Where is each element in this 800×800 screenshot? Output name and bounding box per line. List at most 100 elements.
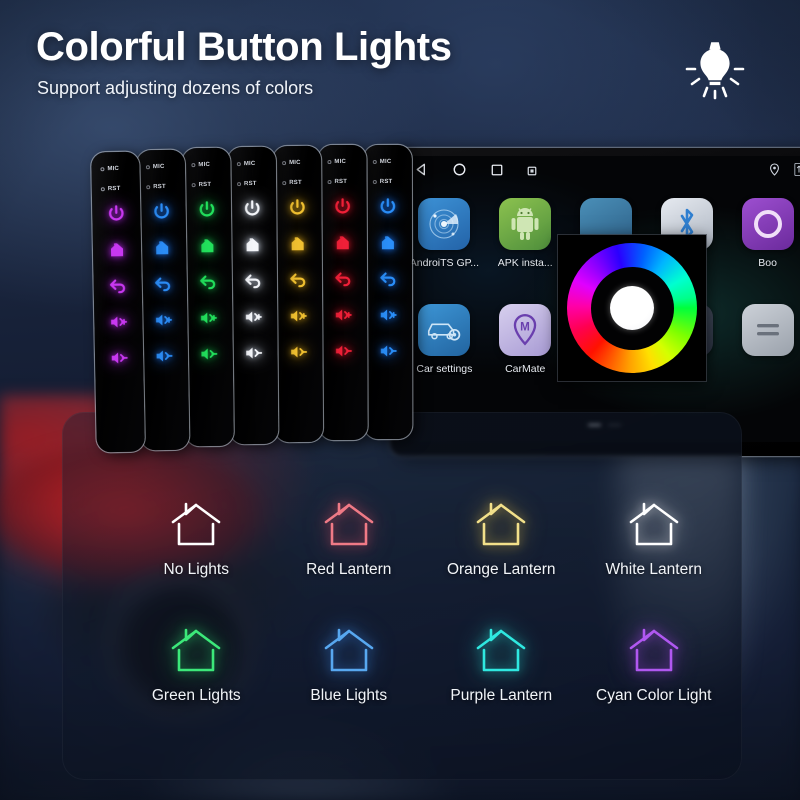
- legend-item[interactable]: Green Lights: [120, 626, 273, 705]
- volume-down-icon[interactable]: [333, 341, 353, 361]
- back-icon[interactable]: [153, 274, 173, 294]
- volume-up-icon[interactable]: [108, 312, 128, 332]
- reset-pinhole-icon[interactable]: [146, 185, 151, 190]
- unit-face: [227, 146, 279, 445]
- legend-label: No Lights: [163, 561, 229, 578]
- mic-pinhole-icon: [100, 167, 105, 172]
- legend-label: Orange Lantern: [446, 561, 556, 578]
- legend-label: Cyan Color Light: [596, 687, 712, 704]
- home-icon[interactable]: [333, 233, 353, 253]
- legend-label: Purple Lantern: [450, 687, 553, 704]
- volume-up-icon[interactable]: [288, 306, 308, 326]
- volume-down-icon[interactable]: [288, 342, 308, 362]
- radio-unit-amber-unit: MIC RST: [272, 145, 324, 443]
- mic-pin-row: MIC: [100, 166, 119, 172]
- volume-up-icon[interactable]: [153, 310, 173, 330]
- reset-pin-row: RST: [327, 179, 347, 185]
- legend-item[interactable]: Blue Lights: [273, 626, 426, 705]
- volume-down-icon[interactable]: [109, 348, 129, 368]
- power-icon[interactable]: [197, 200, 217, 220]
- home-icon[interactable]: [197, 236, 217, 256]
- volume-down-icon[interactable]: [199, 344, 219, 364]
- unit-face: [182, 147, 234, 447]
- back-icon[interactable]: [378, 269, 398, 289]
- radio-unit-purple-unit: MIC RST: [91, 151, 145, 453]
- radio-unit-red-unit: MIC RST: [318, 144, 368, 441]
- reset-pinhole-icon[interactable]: [191, 183, 196, 188]
- power-icon[interactable]: [106, 204, 126, 224]
- radio-unit-cyanblue-unit: MIC RST: [363, 144, 413, 440]
- legend-item[interactable]: Cyan Color Light: [578, 626, 731, 705]
- power-icon[interactable]: [287, 198, 307, 218]
- reset-label: RST: [379, 178, 393, 186]
- home-icon[interactable]: [288, 234, 308, 254]
- unit-face: [91, 151, 145, 453]
- mic-label: MIC: [107, 165, 120, 173]
- reset-pin-row: RST: [282, 180, 302, 186]
- reset-pin-row: RST: [372, 178, 393, 186]
- house-outline-icon: [168, 500, 224, 550]
- back-icon[interactable]: [288, 270, 308, 290]
- power-icon[interactable]: [151, 202, 171, 222]
- home-icon[interactable]: [378, 233, 398, 253]
- mic-label: MIC: [152, 163, 165, 171]
- mic-pinhole-icon: [327, 160, 332, 165]
- legend-label: Blue Lights: [310, 687, 388, 704]
- reset-label: RST: [289, 179, 302, 187]
- radio-unit-green-unit: MIC RST: [182, 147, 234, 447]
- mic-label: MIC: [289, 159, 301, 167]
- reset-label: RST: [107, 185, 121, 193]
- color-wheel-ring[interactable]: [567, 243, 697, 373]
- volume-up-icon[interactable]: [198, 308, 218, 328]
- legend-item[interactable]: No Lights: [120, 500, 273, 579]
- mic-label: MIC: [379, 158, 392, 166]
- mic-label: MIC: [198, 161, 211, 169]
- color-wheel-center-swatch[interactable]: [610, 286, 654, 330]
- mic-pin-row: MIC: [282, 160, 301, 166]
- volume-down-icon[interactable]: [154, 346, 174, 366]
- reset-pinhole-icon[interactable]: [372, 180, 377, 185]
- mic-pin-row: MIC: [191, 162, 210, 168]
- legend-label: White Lantern: [605, 561, 703, 578]
- volume-up-icon[interactable]: [378, 305, 398, 325]
- reset-pin-row: RST: [237, 181, 257, 187]
- legend-item[interactable]: Orange Lantern: [425, 500, 578, 579]
- volume-down-icon[interactable]: [243, 343, 263, 363]
- reset-pinhole-icon[interactable]: [237, 182, 242, 187]
- color-wheel-picker[interactable]: [558, 235, 706, 381]
- home-icon[interactable]: [242, 235, 262, 255]
- power-icon[interactable]: [378, 197, 398, 217]
- reset-label: RST: [198, 181, 212, 189]
- reset-label: RST: [153, 183, 166, 191]
- house-outline-icon: [168, 626, 224, 676]
- volume-up-icon[interactable]: [243, 307, 263, 327]
- legend-label: Red Lantern: [306, 561, 392, 578]
- legend-item[interactable]: Red Lantern: [273, 500, 426, 579]
- home-icon[interactable]: [152, 238, 172, 258]
- reset-pinhole-icon[interactable]: [100, 187, 105, 192]
- mic-pin-row: MIC: [236, 160, 256, 168]
- back-icon[interactable]: [243, 271, 263, 291]
- reset-pinhole-icon[interactable]: [282, 181, 287, 186]
- legend-item[interactable]: Purple Lantern: [425, 626, 578, 705]
- home-icon[interactable]: [107, 240, 127, 260]
- mic-pinhole-icon: [236, 162, 241, 167]
- back-icon[interactable]: [108, 276, 128, 296]
- back-icon[interactable]: [333, 269, 353, 289]
- mic-pin-row: MIC: [372, 158, 392, 166]
- power-icon[interactable]: [333, 197, 353, 217]
- house-outline-icon: [473, 500, 529, 550]
- legend-grid: No Lights Red Lantern Orange Lantern Whi…: [120, 500, 730, 705]
- reset-pinhole-icon[interactable]: [327, 180, 332, 185]
- unit-face: [136, 149, 190, 451]
- mic-pinhole-icon: [282, 161, 287, 166]
- legend-label: Green Lights: [151, 687, 241, 704]
- mic-label: MIC: [243, 160, 256, 168]
- back-icon[interactable]: [198, 272, 218, 292]
- legend-item[interactable]: White Lantern: [578, 500, 731, 579]
- power-icon[interactable]: [242, 199, 262, 219]
- reset-pin-row: RST: [100, 185, 121, 193]
- volume-down-icon[interactable]: [378, 341, 398, 361]
- volume-up-icon[interactable]: [333, 305, 353, 325]
- mic-pinhole-icon: [145, 165, 150, 170]
